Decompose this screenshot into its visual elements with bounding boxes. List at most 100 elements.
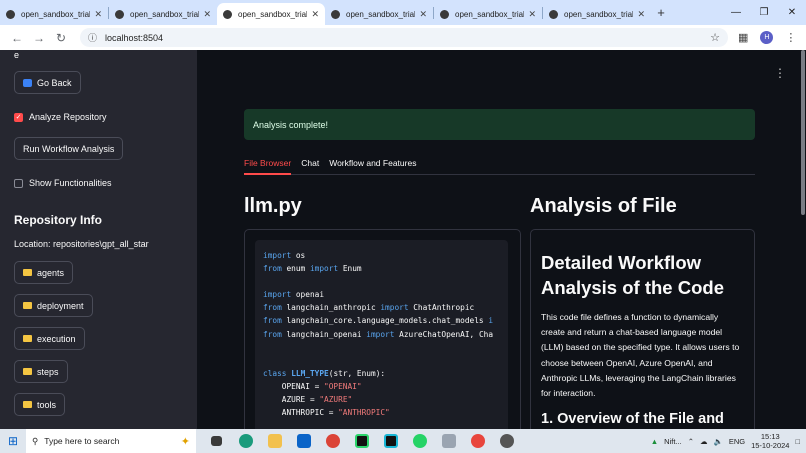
browser-tab[interactable]: open_sandbox_trial2 ✕ [434, 3, 542, 25]
code-line: from langchain_core.language_models.chat… [263, 314, 500, 327]
code-token: LLM_TYPE [291, 368, 329, 378]
close-tab-icon[interactable]: ✕ [203, 9, 211, 20]
folder-button-agents[interactable]: agents [14, 261, 74, 284]
folder-label: agents [37, 267, 65, 278]
pycharm-icon[interactable] [347, 429, 376, 453]
code-token: langchain_core.language_models.chat_mode… [281, 316, 489, 326]
folder-label: steps [37, 366, 59, 377]
folder-icon [23, 335, 32, 342]
code-token: import [366, 329, 395, 339]
chevron-up-icon[interactable]: ⌃ [688, 437, 694, 446]
browser-tab[interactable]: open_sandbox_trial1 ✕ [217, 3, 325, 25]
code-line: from langchain_openai import AzureChatOp… [263, 328, 500, 341]
volume-icon[interactable]: 🔈 [713, 437, 722, 446]
go-back-label: Go Back [37, 77, 72, 88]
stock-chart-icon[interactable]: ▲ [651, 437, 658, 446]
forward-icon[interactable]: → [28, 31, 50, 45]
code-token: openai [291, 290, 325, 300]
close-window-icon[interactable]: ✕ [778, 7, 806, 18]
code-token: (str, Enum): [328, 368, 386, 378]
tray-app-label[interactable]: Nift... [664, 437, 682, 446]
search-placeholder: Type here to search [44, 436, 120, 446]
main-content: ⋮ Analysis complete! File Browser Chat Wor… [197, 50, 806, 429]
taskbar-search[interactable]: ⚲ Type here to search ✦ [26, 429, 196, 453]
settings-gear-icon[interactable] [492, 429, 521, 453]
close-tab-icon[interactable]: ✕ [637, 9, 645, 20]
extensions-icon[interactable]: ▦ [738, 31, 748, 44]
github-favicon-icon [331, 9, 340, 19]
folder-icon [23, 368, 32, 375]
new-tab-icon[interactable]: + [651, 5, 671, 20]
edge-browser-icon[interactable] [231, 429, 260, 453]
checkbox-unchecked-icon [14, 178, 23, 188]
close-tab-icon[interactable]: ✕ [94, 9, 102, 20]
site-info-icon[interactable]: ⓘ [88, 31, 97, 44]
menu-kebab-icon[interactable]: ⋮ [785, 31, 796, 44]
file-explorer-icon[interactable] [260, 429, 289, 453]
folder-button-deployment[interactable]: deployment [14, 294, 93, 317]
folder-button-steps[interactable]: steps [14, 360, 68, 383]
code-token: langchain_openai [281, 329, 367, 339]
run-workflow-analysis-button[interactable]: Run Workflow Analysis [14, 137, 124, 160]
whatsapp-icon[interactable] [405, 429, 434, 453]
code-token: Enum [338, 264, 362, 274]
maximize-icon[interactable]: ❐ [750, 7, 778, 18]
code-token: OPENAI = [263, 381, 325, 391]
code-block[interactable]: import os from enum import Enum import ope… [255, 240, 508, 429]
code-token: enum [281, 264, 310, 274]
repository-info-heading: Repository Info [14, 213, 103, 227]
browser-tab-strip: open_sandbox_trial2 ✕ open_sandbox_trial1 ✕… [0, 0, 806, 25]
browser-tab-title: open_sandbox_trial1 [238, 9, 308, 19]
repository-location: Location: repositories\gpt_all_star [14, 239, 149, 249]
analyze-repository-label: Analyze Repository [29, 112, 107, 122]
notifications-icon[interactable]: □ [795, 437, 800, 446]
folder-icon [23, 269, 32, 276]
code-line: from langchain_anthropic import ChatAnth… [263, 301, 500, 314]
browser-tab[interactable]: open_sandbox_trial1 ✕ [109, 3, 217, 25]
back-icon[interactable]: ← [6, 31, 28, 45]
windows-start-icon[interactable]: ⊞ [0, 434, 26, 448]
profile-avatar[interactable]: H [760, 31, 774, 44]
code-line: from enum import Enum [263, 262, 500, 275]
folder-button-tools[interactable]: tools [14, 393, 66, 416]
image-viewer-icon[interactable] [434, 429, 463, 453]
bookmark-star-icon[interactable]: ☆ [710, 31, 720, 44]
analyze-repository-checkbox[interactable]: ✓ Analyze Repository [14, 112, 107, 122]
close-tab-icon[interactable]: ✕ [419, 9, 427, 20]
minimize-icon[interactable]: — [722, 7, 750, 18]
folder-button-execution[interactable]: execution [14, 327, 85, 350]
github-favicon-icon [223, 9, 232, 19]
browser-tab[interactable]: open_sandbox_trial2 ✕ [0, 3, 108, 25]
address-bar[interactable]: ⓘ localhost:8504 ☆ [80, 28, 728, 47]
language-indicator[interactable]: ENG [729, 437, 745, 446]
terminal-app-icon[interactable] [376, 429, 405, 453]
code-token: "ANTHROPIC" [338, 408, 390, 418]
show-functionalities-checkbox[interactable]: Show Functionalities [14, 178, 112, 188]
windows-taskbar: ⊞ ⚲ Type here to search ✦ ▲ Nift... ⌃ ☁ … [0, 429, 806, 453]
folder-label: tools [37, 399, 57, 410]
chrome-profile-icon[interactable] [463, 429, 492, 453]
reload-icon[interactable]: ↻ [50, 31, 72, 45]
close-tab-icon[interactable]: ✕ [311, 9, 319, 20]
network-icon[interactable]: ☁ [700, 437, 708, 446]
app-menu-icon[interactable]: ⋮ [774, 66, 786, 80]
tab-chat[interactable]: Chat [301, 155, 319, 175]
task-view-icon[interactable] [202, 429, 231, 453]
tab-file-browser[interactable]: File Browser [244, 155, 292, 175]
code-token: langchain_anthropic [281, 303, 381, 313]
main-scrollbar[interactable] [801, 50, 805, 215]
outlook-icon[interactable] [289, 429, 318, 453]
browser-tab[interactable]: open_sandbox_trial2 ✕ [325, 3, 433, 25]
go-back-button[interactable]: Go Back [14, 71, 81, 94]
code-token: import [309, 264, 339, 274]
close-tab-icon[interactable]: ✕ [528, 9, 536, 20]
sidebar: e Go Back ✓ Analyze Repository Run Workf… [0, 50, 197, 429]
tab-workflow-and-features[interactable]: Workflow and Features [329, 155, 416, 175]
browser-tab[interactable]: open_sandbox_trial2 ✕ [543, 3, 651, 25]
window-controls: — ❐ ✕ [722, 7, 806, 18]
code-token: from [263, 316, 282, 326]
chrome-icon[interactable] [318, 429, 347, 453]
clock[interactable]: 15:13 15-10-2024 [751, 432, 789, 450]
analysis-card[interactable]: Detailed Workflow Analysis of the Code T… [530, 229, 755, 429]
